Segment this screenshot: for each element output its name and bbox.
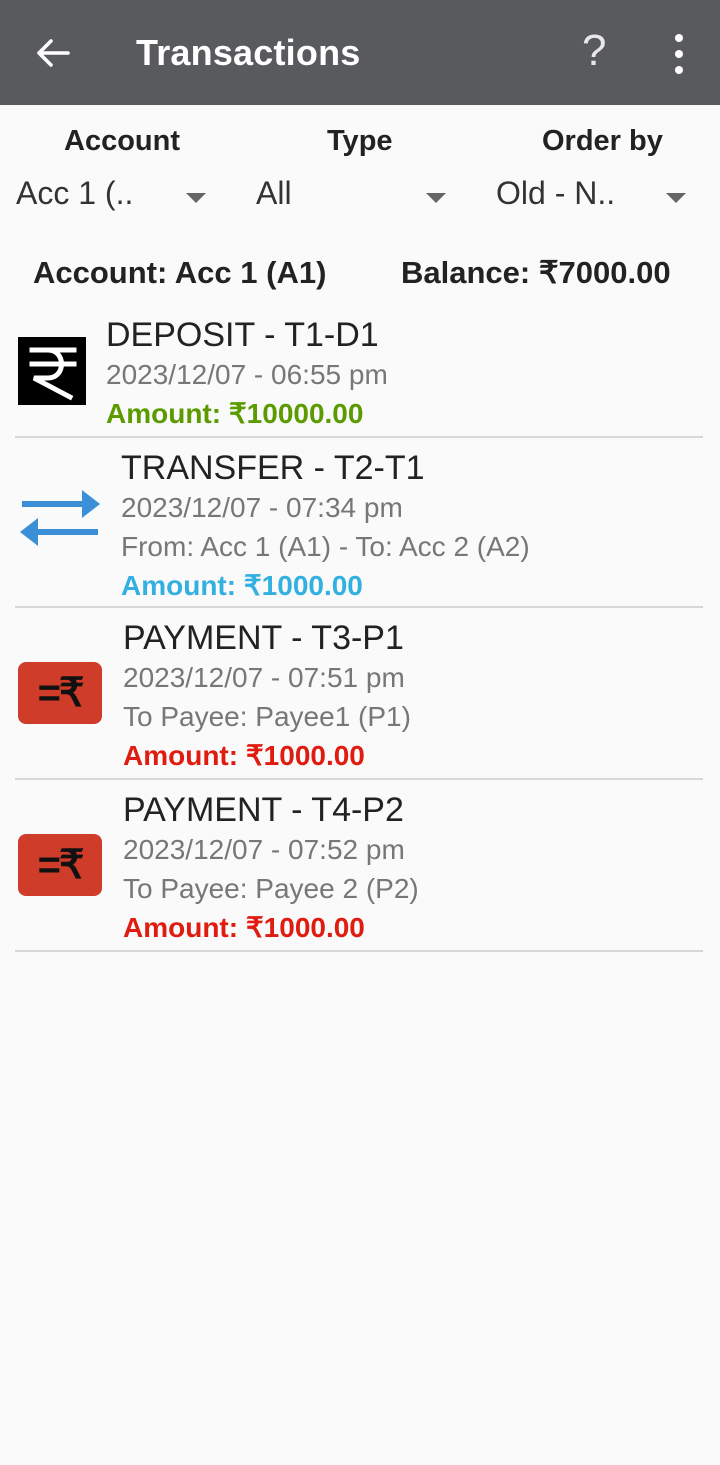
transaction-text: PAYMENT - T4-P2 2023/12/07 - 07:52 pm To… <box>123 790 419 947</box>
transaction-datetime: 2023/12/07 - 06:55 pm <box>106 359 388 390</box>
type-dropdown[interactable]: All <box>256 167 456 227</box>
type-dropdown-value: All <box>256 175 292 211</box>
page-title: Transactions <box>136 32 361 73</box>
order-dropdown[interactable]: Old - N.. <box>496 167 696 227</box>
transaction-datetime: 2023/12/07 - 07:51 pm <box>123 662 405 693</box>
transaction-datetime: 2023/12/07 - 07:34 pm <box>121 492 403 523</box>
transaction-amount: Amount: ₹1000.00 <box>123 912 365 943</box>
account-summary: Account: Acc 1 (A1) Balance: ₹7000.00 <box>0 227 720 317</box>
account-filter-label: Account <box>64 125 180 157</box>
transaction-name: PAYMENT - T4-P2 <box>123 791 404 829</box>
transaction-item[interactable]: =₹ PAYMENT - T3-P1 2023/12/07 - 07:51 pm… <box>15 608 703 780</box>
transaction-amount: Amount: ₹1000.00 <box>121 570 363 601</box>
transaction-amount: Amount: ₹10000.00 <box>106 398 364 429</box>
overflow-dot <box>675 34 683 42</box>
transaction-name: PAYMENT - T3-P1 <box>123 619 404 657</box>
transaction-detail: To Payee: Payee1 (P1) <box>123 701 411 732</box>
transaction-detail: To Payee: Payee 2 (P2) <box>123 873 419 904</box>
payment-badge: =₹ <box>37 843 85 887</box>
filter-labels: Account Type Order by <box>0 105 720 167</box>
transaction-text: DEPOSIT - T1-D1 2023/12/07 - 06:55 pm Am… <box>106 315 388 433</box>
transaction-text: TRANSFER - T2-T1 2023/12/07 - 07:34 pm F… <box>121 448 530 605</box>
transaction-datetime: 2023/12/07 - 07:52 pm <box>123 834 405 865</box>
overflow-dot <box>675 66 683 74</box>
transfer-arrows-icon <box>20 486 100 550</box>
dropdown-caret-icon <box>186 193 206 203</box>
dropdown-caret-icon <box>666 193 686 203</box>
rupee-icon <box>18 337 86 405</box>
account-balance: Balance: ₹7000.00 <box>401 255 671 290</box>
payment-icon: =₹ <box>18 834 102 896</box>
payment-badge: =₹ <box>37 671 85 715</box>
transaction-detail: From: Acc 1 (A1) - To: Acc 2 (A2) <box>121 531 530 562</box>
transaction-name: TRANSFER - T2-T1 <box>121 449 425 487</box>
transaction-list: DEPOSIT - T1-D1 2023/12/07 - 06:55 pm Am… <box>15 307 703 952</box>
payment-icon: =₹ <box>18 662 102 724</box>
back-button[interactable] <box>30 30 76 76</box>
transaction-name: DEPOSIT - T1-D1 <box>106 316 379 354</box>
account-dropdown[interactable]: Acc 1 (.. <box>16 167 216 227</box>
account-name: Account: Acc 1 (A1) <box>33 255 327 290</box>
app-bar: Transactions ? <box>0 0 720 105</box>
transaction-text: PAYMENT - T3-P1 2023/12/07 - 07:51 pm To… <box>123 618 411 775</box>
transaction-item[interactable]: =₹ PAYMENT - T4-P2 2023/12/07 - 07:52 pm… <box>15 780 703 952</box>
transaction-item[interactable]: TRANSFER - T2-T1 2023/12/07 - 07:34 pm F… <box>15 438 703 608</box>
transaction-amount: Amount: ₹1000.00 <box>123 740 365 771</box>
arrow-left-icon <box>37 39 70 67</box>
more-options-button[interactable] <box>664 34 694 74</box>
account-dropdown-value: Acc 1 (.. <box>16 175 134 211</box>
overflow-dot <box>675 50 683 58</box>
type-filter-label: Type <box>327 125 393 157</box>
order-filter-label: Order by <box>542 125 663 157</box>
transaction-item[interactable]: DEPOSIT - T1-D1 2023/12/07 - 06:55 pm Am… <box>15 307 703 438</box>
dropdown-caret-icon <box>426 193 446 203</box>
order-dropdown-value: Old - N.. <box>496 175 616 211</box>
help-button[interactable]: ? <box>582 26 606 76</box>
filter-row: Acc 1 (.. All Old - N.. <box>0 167 720 227</box>
